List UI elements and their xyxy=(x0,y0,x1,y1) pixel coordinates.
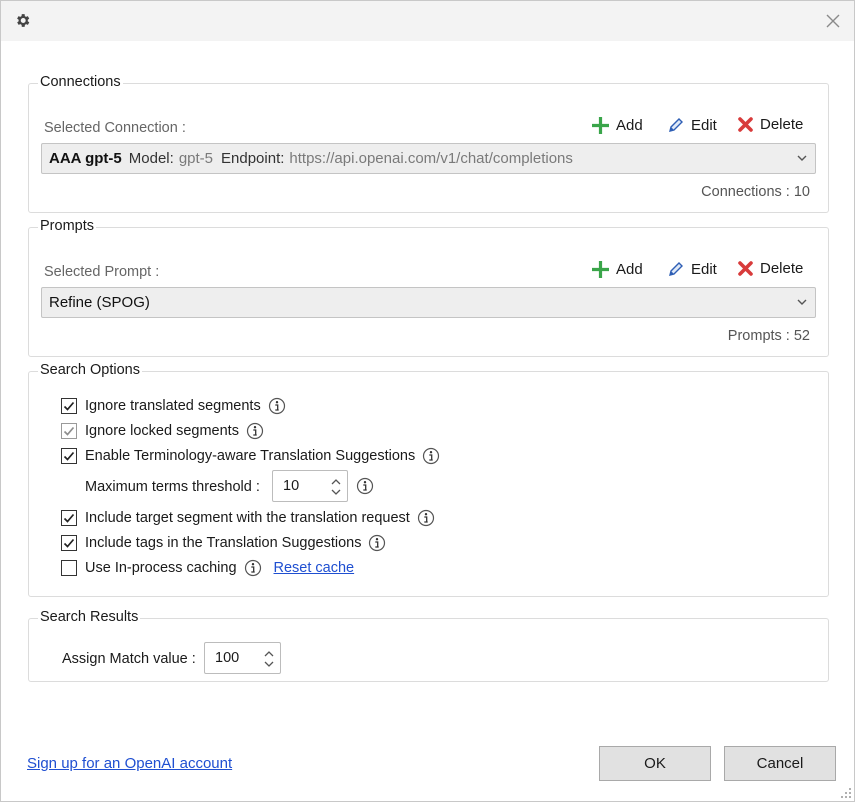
prompt-add-button[interactable]: Add xyxy=(591,260,643,279)
x-icon xyxy=(738,117,753,132)
reset-cache-link[interactable]: Reset cache xyxy=(274,560,355,576)
model-value: gpt-5 xyxy=(178,150,214,167)
search-options-group: Search Options Ignore translated segment… xyxy=(28,360,829,597)
x-icon xyxy=(738,261,753,276)
connections-count: Connections : 10 xyxy=(701,184,810,200)
connection-select[interactable]: AAA gpt-5 Model: gpt-5 Endpoint: https:/… xyxy=(41,143,816,174)
pencil-icon xyxy=(669,262,683,276)
spinner-arrows-icon[interactable] xyxy=(264,649,274,669)
connection-edit-button[interactable]: Edit xyxy=(667,116,717,134)
ignore-locked-option: Ignore locked segments xyxy=(61,421,264,441)
prompt-select[interactable]: Refine (SPOG) xyxy=(41,287,816,318)
enable-terminology-label: Enable Terminology-aware Translation Sug… xyxy=(85,448,416,464)
pencil-icon xyxy=(669,118,683,132)
endpoint-value: https://api.openai.com/v1/chat/completio… xyxy=(289,150,573,167)
info-icon[interactable] xyxy=(368,534,386,552)
settings-dialog: Connections Selected Connection : Add Ed… xyxy=(0,0,855,802)
prompts-count: Prompts : 52 xyxy=(727,328,810,344)
include-tags-option: Include tags in the Translation Suggesti… xyxy=(61,533,386,553)
spinner-arrows-icon[interactable] xyxy=(331,477,341,497)
plus-icon xyxy=(592,117,609,134)
endpoint-key: Endpoint: xyxy=(221,150,285,167)
connections-group: Connections Selected Connection : Add Ed… xyxy=(28,72,829,213)
ok-button[interactable]: OK xyxy=(599,746,711,781)
in-process-caching-option: Use In-process caching Reset cache xyxy=(61,558,354,578)
selected-connection-label: Selected Connection : xyxy=(44,120,186,136)
connection-edit-label: Edit xyxy=(691,116,717,134)
include-target-checkbox[interactable] xyxy=(61,510,77,526)
ignore-locked-label: Ignore locked segments xyxy=(85,423,239,439)
connection-add-label: Add xyxy=(616,117,643,134)
include-tags-checkbox[interactable] xyxy=(61,535,77,551)
plus-icon xyxy=(592,261,609,278)
prompts-group: Prompts Selected Prompt : Add Edit Delet… xyxy=(28,216,829,357)
connection-delete-button[interactable]: Delete xyxy=(737,116,803,133)
assign-match-value: 100 xyxy=(215,650,240,666)
enable-terminology-checkbox[interactable] xyxy=(61,448,77,464)
resize-grip-icon[interactable] xyxy=(840,787,852,799)
prompt-delete-button[interactable]: Delete xyxy=(737,260,803,277)
include-tags-label: Include tags in the Translation Suggesti… xyxy=(85,535,362,551)
cancel-button[interactable]: Cancel xyxy=(724,746,836,781)
connection-delete-label: Delete xyxy=(760,116,804,133)
signup-link[interactable]: Sign up for an OpenAI account xyxy=(27,755,232,772)
ignore-locked-checkbox[interactable] xyxy=(61,423,77,439)
prompt-add-label: Add xyxy=(616,261,643,278)
gear-icon[interactable] xyxy=(14,12,31,29)
search-results-group: Search Results Assign Match value : 100 xyxy=(28,607,829,682)
search-options-title: Search Options xyxy=(38,360,142,380)
info-icon[interactable] xyxy=(356,477,374,495)
include-target-label: Include target segment with the translat… xyxy=(85,510,410,526)
prompt-delete-label: Delete xyxy=(760,260,804,277)
info-icon[interactable] xyxy=(422,447,440,465)
connections-title: Connections xyxy=(38,72,123,92)
close-icon[interactable] xyxy=(825,13,841,29)
info-icon[interactable] xyxy=(244,559,262,577)
info-icon[interactable] xyxy=(417,509,435,527)
assign-match-spinner[interactable]: 100 xyxy=(204,642,281,674)
prompt-edit-button[interactable]: Edit xyxy=(667,260,717,278)
info-icon[interactable] xyxy=(268,397,286,415)
title-bar xyxy=(1,1,854,41)
connection-add-button[interactable]: Add xyxy=(591,116,643,135)
prompt-edit-label: Edit xyxy=(691,260,717,278)
prompt-selected-value: Refine (SPOG) xyxy=(49,294,150,311)
in-process-caching-checkbox[interactable] xyxy=(61,560,77,576)
in-process-caching-label: Use In-process caching xyxy=(85,560,237,576)
ignore-translated-checkbox[interactable] xyxy=(61,398,77,414)
max-terms-spinner[interactable]: 10 xyxy=(272,470,348,502)
search-results-title: Search Results xyxy=(38,607,141,627)
info-icon[interactable] xyxy=(246,422,264,440)
enable-terminology-option: Enable Terminology-aware Translation Sug… xyxy=(61,446,440,466)
assign-match-label: Assign Match value : xyxy=(62,651,196,667)
connection-name: AAA gpt-5 xyxy=(49,150,122,167)
include-target-option: Include target segment with the translat… xyxy=(61,508,435,528)
ignore-translated-label: Ignore translated segments xyxy=(85,398,261,414)
selected-prompt-label: Selected Prompt : xyxy=(44,264,160,280)
model-key: Model: xyxy=(128,150,174,167)
ignore-translated-option: Ignore translated segments xyxy=(61,396,286,416)
prompts-title: Prompts xyxy=(38,216,96,236)
chevron-down-icon xyxy=(797,299,807,305)
max-terms-value: 10 xyxy=(283,478,300,494)
chevron-down-icon xyxy=(797,155,807,161)
max-terms-label: Maximum terms threshold : xyxy=(85,479,260,495)
